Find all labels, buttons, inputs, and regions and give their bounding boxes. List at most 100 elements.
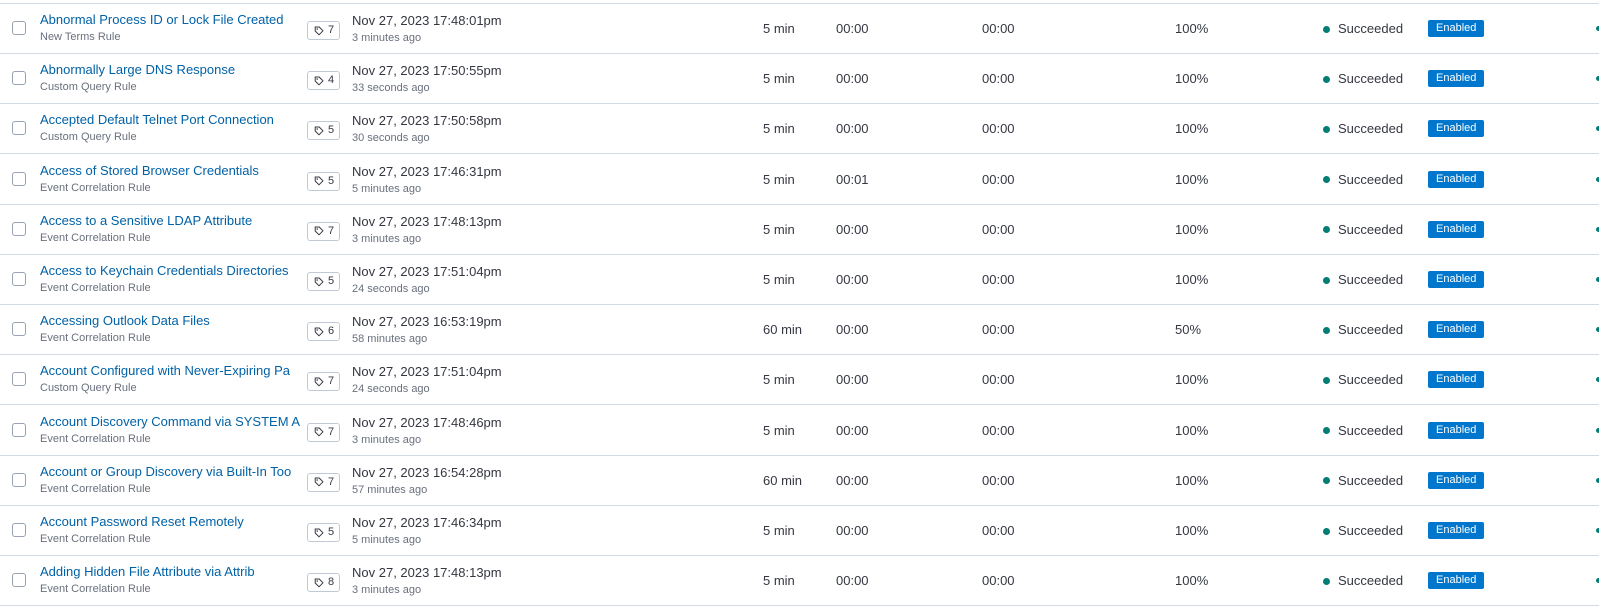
row-select-checkbox[interactable] — [12, 71, 26, 86]
interval-value: 5 min — [763, 573, 795, 589]
last-run-date: Nov 27, 2023 16:54:28pm — [352, 464, 502, 480]
rule-name-cell: Account Configured with Never-Expiring P… — [40, 363, 302, 395]
row-select-checkbox[interactable] — [12, 171, 26, 186]
last-run-date: Nov 27, 2023 17:46:34pm — [352, 515, 502, 530]
status-dot-icon — [1323, 176, 1330, 184]
row-select-checkbox[interactable] — [12, 372, 26, 387]
enabled-badge[interactable]: Enabled — [1428, 271, 1485, 288]
rule-name-link[interactable]: Accepted Default Telnet Port Connection — [40, 112, 302, 128]
rule-name-link[interactable]: Accessing Outlook Data Files — [40, 313, 302, 329]
rule-name-link[interactable]: Abnormal Process ID or Lock File Created — [40, 12, 302, 28]
tags-count-badge[interactable]: 6 — [307, 322, 341, 342]
status-dot-icon — [1323, 577, 1330, 585]
tag-icon — [314, 176, 324, 186]
rule-name-link[interactable]: Access to Keychain Credentials Directori… — [40, 263, 302, 279]
enabled-badge[interactable]: Enabled — [1428, 572, 1485, 590]
enabled-badge[interactable]: Enabled — [1428, 522, 1485, 539]
interval-value: 60 min — [763, 472, 803, 488]
status-label: Succeeded — [1338, 272, 1404, 287]
enabled-badge[interactable]: Enabled — [1428, 471, 1485, 489]
query-duration: 00:00 — [982, 272, 1015, 287]
rule-name-link[interactable]: Account Configured with Never-Expiring P… — [40, 363, 302, 379]
enabled-badge[interactable]: Enabled — [1428, 220, 1485, 238]
tag-icon — [314, 377, 324, 387]
enabled-badge[interactable]: Enabled — [1428, 120, 1485, 138]
rule-name-cell: Accessing Outlook Data Files Event Corre… — [40, 313, 302, 345]
rule-name-cell: Abnormal Process ID or Lock File Created… — [40, 12, 302, 44]
tag-icon — [314, 126, 324, 136]
table-row: Adding Hidden File Attribute via Attrib … — [0, 556, 1599, 607]
rule-type-label: Custom Query Rule — [40, 131, 137, 144]
last-run-cell: Nov 27, 2023 17:46:34pm 5 minutes ago — [352, 515, 502, 547]
rule-type-label: Event Correlation Rule — [40, 482, 151, 495]
last-run-cell: Nov 27, 2023 17:51:04pm 24 seconds ago — [352, 364, 502, 396]
tags-count-badge[interactable]: 5 — [307, 121, 341, 141]
tags-count: 7 — [328, 24, 335, 36]
row-select-checkbox[interactable] — [12, 422, 26, 437]
last-run-cell: Nov 27, 2023 17:48:46pm 3 minutes ago — [352, 415, 502, 447]
execution-status: Succeeded — [1323, 473, 1403, 489]
rule-name-cell: Account Discovery Command via SYSTEM A E… — [40, 414, 302, 446]
enabled-badge[interactable]: Enabled — [1428, 421, 1485, 439]
execution-status: Succeeded — [1323, 272, 1403, 288]
row-select-checkbox[interactable] — [12, 573, 26, 588]
rule-name-cell: Access of Stored Browser Credentials Eve… — [40, 163, 302, 195]
tags-count-badge[interactable]: 7 — [307, 221, 341, 241]
status-label: Succeeded — [1338, 523, 1404, 538]
tags-count-badge[interactable]: 5 — [307, 171, 341, 191]
interval-value: 5 min — [763, 171, 795, 187]
enabled-badge[interactable]: Enabled — [1428, 170, 1485, 188]
interval-value: 60 min — [763, 322, 803, 338]
last-run-cell: Nov 27, 2023 17:46:31pm 5 minutes ago — [352, 164, 502, 196]
rule-name-link[interactable]: Account Password Reset Remotely — [40, 514, 302, 530]
row-select-checkbox[interactable] — [12, 121, 26, 136]
status-dot-icon — [1323, 477, 1330, 485]
enabled-badge[interactable]: Enabled — [1428, 20, 1485, 37]
row-select-checkbox[interactable] — [12, 523, 26, 537]
coverage-value: 50% — [1175, 322, 1202, 338]
row-select-checkbox[interactable] — [12, 322, 26, 337]
last-run-date: Nov 27, 2023 17:46:31pm — [352, 163, 502, 179]
tags-count-badge[interactable]: 5 — [307, 523, 341, 542]
last-run-relative: 30 seconds ago — [352, 132, 430, 145]
execution-status: Succeeded — [1323, 21, 1403, 37]
rules-table: Abnormal Process ID or Lock File Created… — [0, 0, 1599, 615]
query-duration: 00:00 — [982, 372, 1015, 388]
enabled-badge[interactable]: Enabled — [1428, 70, 1485, 88]
tags-count-badge[interactable]: 7 — [307, 422, 341, 442]
status-label: Succeeded — [1338, 472, 1404, 488]
tags-count-badge[interactable]: 4 — [307, 71, 341, 91]
row-select-checkbox[interactable] — [12, 221, 26, 236]
indexing-duration: 00:00 — [836, 573, 869, 589]
tag-icon — [314, 477, 324, 487]
tags-count-badge[interactable]: 8 — [307, 573, 341, 593]
execution-status: Succeeded — [1323, 322, 1403, 338]
last-run-cell: Nov 27, 2023 17:48:01pm 3 minutes ago — [352, 13, 502, 45]
tags-count-badge[interactable]: 7 — [307, 472, 341, 492]
rule-type-label: Event Correlation Rule — [40, 533, 151, 545]
enabled-badge[interactable]: Enabled — [1428, 321, 1485, 339]
query-duration: 00:00 — [982, 472, 1015, 488]
rule-name-link[interactable]: Access to a Sensitive LDAP Attribute — [40, 213, 302, 229]
row-select-checkbox[interactable] — [12, 21, 26, 35]
status-dot-icon — [1323, 226, 1330, 234]
rule-name-cell: Access to Keychain Credentials Directori… — [40, 263, 302, 295]
rule-name-link[interactable]: Adding Hidden File Attribute via Attrib — [40, 564, 302, 580]
row-select-checkbox[interactable] — [12, 272, 26, 286]
tags-count-badge[interactable]: 5 — [307, 272, 341, 291]
indexing-duration: 00:00 — [836, 322, 869, 338]
enabled-badge[interactable]: Enabled — [1428, 371, 1485, 389]
rule-name-link[interactable]: Account or Group Discovery via Built-In … — [40, 464, 302, 480]
query-duration: 00:00 — [982, 221, 1015, 237]
row-select-checkbox[interactable] — [12, 472, 26, 487]
rule-name-link[interactable]: Abnormally Large DNS Response — [40, 62, 302, 78]
rule-name-link[interactable]: Access of Stored Browser Credentials — [40, 163, 302, 179]
indexing-duration: 00:00 — [836, 523, 869, 538]
indexing-duration: 00:01 — [836, 171, 869, 187]
rule-name-link[interactable]: Account Discovery Command via SYSTEM A — [40, 414, 302, 430]
tags-count-badge[interactable]: 7 — [307, 372, 341, 392]
tag-icon — [314, 327, 324, 337]
indexing-duration: 00:00 — [836, 422, 869, 438]
last-run-date: Nov 27, 2023 17:48:13pm — [352, 213, 502, 229]
tags-count-badge[interactable]: 7 — [307, 21, 341, 40]
